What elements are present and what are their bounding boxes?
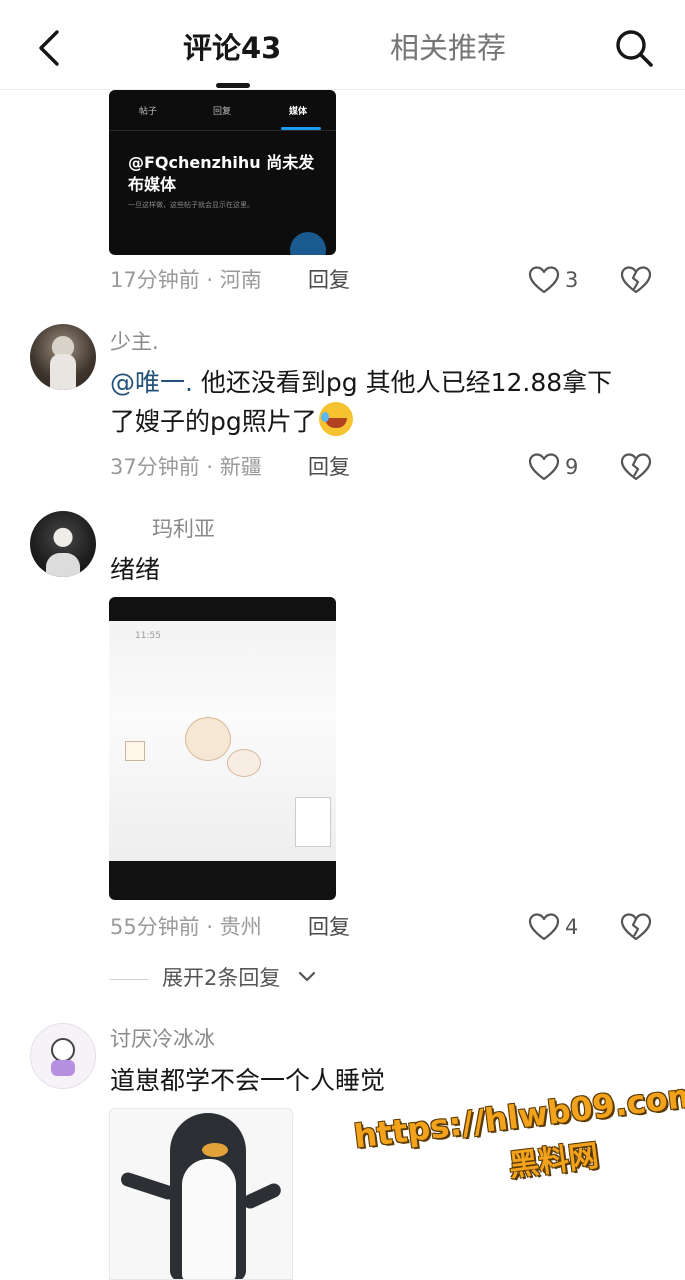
reply-button[interactable]: 回复 bbox=[308, 912, 350, 942]
heart-icon bbox=[528, 453, 560, 481]
comment-image-penguin[interactable] bbox=[109, 1108, 293, 1280]
comment-username[interactable]: 讨厌冷冰冰 bbox=[110, 1024, 215, 1054]
compose-fab-icon bbox=[290, 232, 326, 255]
chevron-down-icon bbox=[298, 971, 316, 982]
reply-button[interactable]: 回复 bbox=[308, 265, 350, 295]
comment-username[interactable]: 玛利亚 bbox=[152, 514, 215, 544]
broken-heart-icon bbox=[620, 266, 652, 294]
broken-heart-icon bbox=[620, 913, 652, 941]
tab-comments[interactable]: 评论43 bbox=[183, 28, 281, 68]
expand-replies-label: 展开2条回复 bbox=[162, 966, 281, 990]
heart-icon bbox=[528, 266, 560, 294]
dislike-button[interactable] bbox=[620, 452, 652, 484]
image-title: @FQchenzhihu 尚未发布媒体 bbox=[128, 153, 315, 194]
image-tab-replies: 回复 bbox=[213, 107, 232, 117]
image-subtitle: 一旦这样做，这些帖子就会显示在这里。 bbox=[128, 201, 254, 209]
search-icon bbox=[616, 30, 653, 67]
comment-meta: 55分钟前 · 贵州 bbox=[110, 915, 262, 939]
dislike-button[interactable] bbox=[620, 265, 652, 297]
like-button[interactable]: 9 bbox=[528, 450, 588, 484]
status-time: 11:55 bbox=[135, 631, 161, 641]
watermark-name: 黑料网 bbox=[506, 1138, 601, 1185]
anime-sticker-icon bbox=[295, 797, 331, 847]
image-tab-media: 媒体 bbox=[289, 107, 308, 117]
top-bar: 评论43 相关推荐 bbox=[0, 0, 685, 90]
broken-heart-icon bbox=[620, 453, 652, 481]
avatar[interactable] bbox=[30, 1023, 96, 1089]
active-tab-indicator bbox=[216, 83, 250, 88]
like-count: 3 bbox=[565, 268, 579, 292]
crying-laughing-emoji-icon bbox=[318, 402, 353, 436]
cartoon-cat-icon bbox=[185, 717, 231, 761]
heart-icon bbox=[528, 913, 560, 941]
comment-username[interactable]: 少主. bbox=[110, 327, 159, 357]
chevron-left-icon bbox=[39, 30, 59, 66]
comment-image-phone-screenshot[interactable]: 11:55 bbox=[109, 597, 336, 900]
search-button[interactable] bbox=[612, 26, 656, 70]
comment-image-screenshot[interactable]: 帖子 回复 媒体 @FQchenzhihu 尚未发布媒体 一旦这样做，这些帖子就… bbox=[109, 90, 336, 255]
comment-text: 道崽都学不会一个人睡觉 bbox=[110, 1066, 386, 1095]
dislike-button[interactable] bbox=[620, 912, 652, 944]
tab-related[interactable]: 相关推荐 bbox=[390, 28, 506, 68]
avatar[interactable] bbox=[30, 511, 96, 577]
comment-text: 绪绪 bbox=[110, 555, 161, 584]
comment-text: @唯一. 他还没看到pg 其他人已经12.88拿下 了嫂子的pg照片了 bbox=[110, 368, 613, 436]
comment-meta: 17分钟前 · 河南 bbox=[110, 268, 262, 292]
like-button[interactable]: 4 bbox=[528, 910, 588, 944]
image-tab-posts: 帖子 bbox=[139, 107, 158, 117]
like-count: 9 bbox=[565, 455, 579, 479]
divider-line bbox=[110, 979, 148, 980]
reply-button[interactable]: 回复 bbox=[308, 452, 350, 482]
bunny-icon bbox=[51, 1038, 75, 1062]
like-count: 4 bbox=[565, 915, 579, 939]
avatar[interactable] bbox=[30, 324, 96, 390]
mention-link[interactable]: @唯一. bbox=[110, 368, 193, 397]
back-button[interactable] bbox=[30, 26, 70, 70]
like-button[interactable]: 3 bbox=[528, 263, 588, 297]
comment-meta: 37分钟前 · 新疆 bbox=[110, 455, 262, 479]
